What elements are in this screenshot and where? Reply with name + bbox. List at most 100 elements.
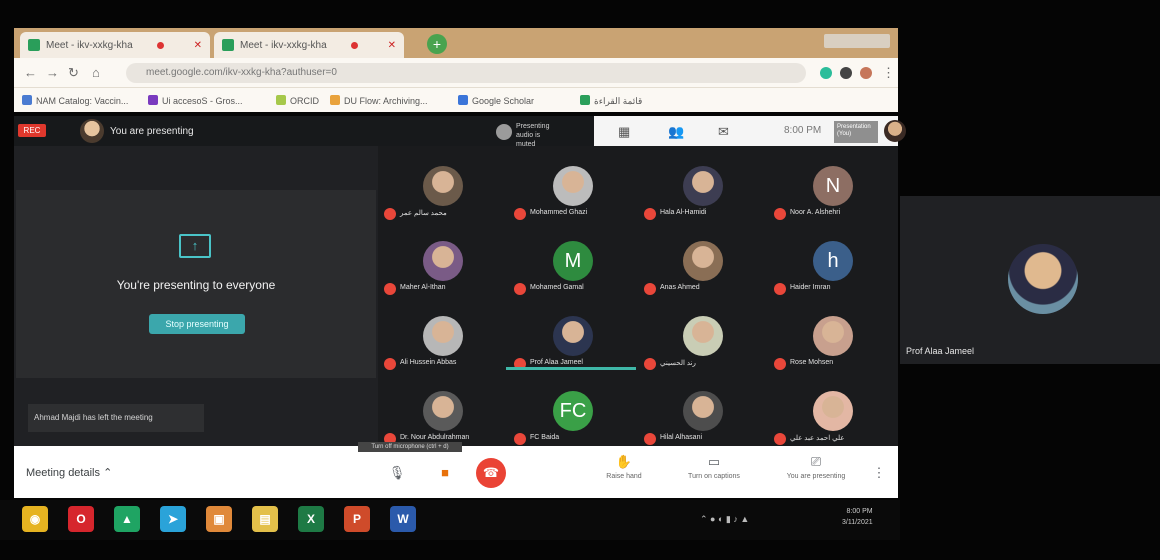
meet-info-bar: ▦ 👥 ✉ 8:00 PM Presentation (You) — [594, 116, 906, 146]
avatar — [1008, 244, 1078, 314]
pinned-participant-tile[interactable]: Prof Alaa Jameel — [900, 196, 1160, 364]
participant-tile[interactable]: محمد سالم عمر — [378, 150, 508, 225]
presentation-thumbnail[interactable]: Presentation (You) — [834, 121, 878, 143]
avatar-initial: FC — [553, 391, 593, 431]
extension-icon[interactable] — [820, 67, 832, 79]
meet-top-strip: REC You are presenting Presenting audio … — [14, 116, 906, 148]
participant-tile[interactable]: h Haider Imran — [768, 225, 898, 300]
home-icon[interactable]: ⌂ — [92, 65, 100, 80]
stop-presenting-button[interactable]: Stop presenting — [149, 314, 245, 334]
participant-tile[interactable]: رند الحسيني — [638, 300, 768, 375]
end-call-button[interactable]: ☎ — [476, 458, 506, 488]
browser-tab-1[interactable]: Meet - ikv-xxkg-kha ✕ — [20, 32, 210, 58]
participant-tile[interactable]: Prof Alaa Jameel — [508, 300, 638, 375]
muted-mic-icon — [774, 433, 786, 445]
url-field[interactable]: meet.google.com/ikv-xxkg-kha?authuser=0 — [126, 63, 806, 83]
explorer-icon[interactable]: ▤ — [252, 506, 278, 532]
participant-tile[interactable]: Dr. Nour Abdulrahman — [378, 375, 508, 446]
bookmark-item[interactable]: Ui accesoS - Gros... — [148, 95, 243, 106]
opera-icon[interactable]: O — [68, 506, 94, 532]
participant-tile[interactable]: Anas Ahmed — [638, 225, 768, 300]
avatar — [80, 119, 104, 143]
bookmark-item[interactable]: قائمة القراءة — [580, 95, 642, 107]
participant-name: Noor A. Alshehri — [790, 209, 841, 216]
avatar — [423, 166, 463, 206]
microphone-button[interactable]: 🎙 — [382, 458, 412, 488]
system-tray[interactable]: ⌃ ● ◐ ▮ ♪ ▲ — [700, 514, 749, 525]
photos-icon[interactable]: ▣ — [206, 506, 232, 532]
avatar-initial: M — [553, 241, 593, 281]
participant-tile[interactable]: Hala Al-Hamidi — [638, 150, 768, 225]
recording-badge: REC — [18, 124, 46, 137]
excel-icon[interactable]: X — [298, 506, 324, 532]
more-options-icon[interactable]: ⋮ — [864, 458, 894, 488]
captions-button[interactable]: ▭ Turn on captions — [678, 454, 750, 480]
telegram-icon[interactable]: ➤ — [160, 506, 186, 532]
muted-mic-icon — [514, 433, 526, 445]
participant-name: Ali Hussein Abbas — [400, 359, 457, 366]
tab-title: Meet - ikv-xxkg-kha — [240, 39, 327, 51]
meet-controls-bar: Meeting details ⌃ Turn off microphone (c… — [14, 442, 898, 498]
participant-tile[interactable]: M Mohamed Gamal — [508, 225, 638, 300]
presenting-status: You are presenting — [110, 126, 194, 137]
browser-tab-2[interactable]: Meet - ikv-xxkg-kha ✕ — [214, 32, 404, 58]
chat-icon[interactable]: ✉ — [718, 124, 729, 140]
browser-tab-bar: Meet - ikv-xxkg-kha ✕ Meet - ikv-xxkg-kh… — [14, 28, 898, 58]
participant-tile[interactable]: Ali Hussein Abbas — [378, 300, 508, 375]
bookmark-item[interactable]: Google Scholar — [458, 95, 534, 106]
window-controls[interactable] — [824, 34, 890, 48]
powerpoint-icon[interactable]: P — [344, 506, 370, 532]
bookmark-item[interactable]: ORCID — [276, 95, 319, 106]
bookmark-item[interactable]: DU Flow: Archiving... — [330, 95, 428, 106]
people-icon[interactable]: 👥 — [668, 124, 684, 140]
present-now-button[interactable]: ⎚ You are presenting — [780, 454, 852, 480]
bookmark-icon — [22, 95, 32, 105]
avatar — [423, 316, 463, 356]
camera-button[interactable]: ■ — [430, 458, 460, 488]
windows-taskbar: ◉ O ▲ ➤ ▣ ▤ X P W ⌃ ● ◐ ▮ ♪ ▲ 8:00 PM 3/11/2021 — [0, 500, 900, 540]
participant-tile[interactable]: علي احمد عبد علي — [768, 375, 898, 446]
avatar — [683, 391, 723, 431]
raise-hand-button[interactable]: ✋ Raise hand — [588, 454, 660, 480]
meeting-details-button[interactable]: Meeting details ⌃ — [26, 466, 112, 479]
bookmark-item[interactable]: NAM Catalog: Vaccin... — [22, 95, 128, 106]
bookmark-icon — [458, 95, 468, 105]
muted-mic-icon — [774, 358, 786, 370]
grid-view-icon[interactable]: ▦ — [618, 124, 630, 140]
presenting-panel: ↑ You're presenting to everyone Stop pre… — [14, 146, 378, 446]
avatar — [884, 120, 906, 142]
participant-tile[interactable]: Rose Mohsen — [768, 300, 898, 375]
participant-grid: محمد سالم عمر Mohammed Ghazi Hala Al-Hamid… — [378, 146, 898, 446]
close-tab-icon[interactable]: ✕ — [194, 40, 202, 51]
back-arrow-icon[interactable]: ← — [24, 65, 37, 80]
word-icon[interactable]: W — [390, 506, 416, 532]
profile-icon[interactable] — [860, 67, 872, 79]
chevron-up-icon: ⌃ — [103, 467, 113, 479]
chrome-icon[interactable]: ◉ — [22, 506, 48, 532]
muted-mic-icon — [514, 283, 526, 295]
puzzle-icon[interactable] — [840, 67, 852, 79]
menu-dots-icon[interactable]: ⋮ — [882, 65, 895, 81]
address-toolbar: ← → ↻ ⌂ meet.google.com/ikv-xxkg-kha?aut… — [14, 58, 898, 88]
avatar — [683, 316, 723, 356]
muted-mic-icon — [644, 433, 656, 445]
new-tab-button[interactable]: + — [427, 34, 447, 54]
avatar — [423, 391, 463, 431]
forward-arrow-icon[interactable]: → — [46, 65, 59, 80]
participant-tile[interactable]: N Noor A. Alshehri — [768, 150, 898, 225]
participant-tile[interactable]: Maher Al-Ithan — [378, 225, 508, 300]
avatar-initial: h — [813, 241, 853, 281]
close-tab-icon[interactable]: ✕ — [388, 40, 396, 51]
active-speaker-indicator — [506, 367, 636, 370]
participant-tile[interactable]: Hilal Alhasani — [638, 375, 768, 446]
participant-name: علي احمد عبد علي — [790, 435, 845, 442]
avatar — [553, 316, 593, 356]
system-clock[interactable]: 8:00 PM 3/11/2021 — [842, 506, 873, 528]
participant-name: Anas Ahmed — [660, 284, 700, 291]
left-meeting-toast: Ahmad Majdi has left the meeting — [28, 404, 204, 432]
participant-tile[interactable]: FC FC Baida — [508, 375, 638, 446]
participant-tile[interactable]: Mohammed Ghazi — [508, 150, 638, 225]
reload-icon[interactable]: ↻ — [68, 65, 79, 81]
drive-icon[interactable]: ▲ — [114, 506, 140, 532]
muted-mic-icon — [644, 358, 656, 370]
